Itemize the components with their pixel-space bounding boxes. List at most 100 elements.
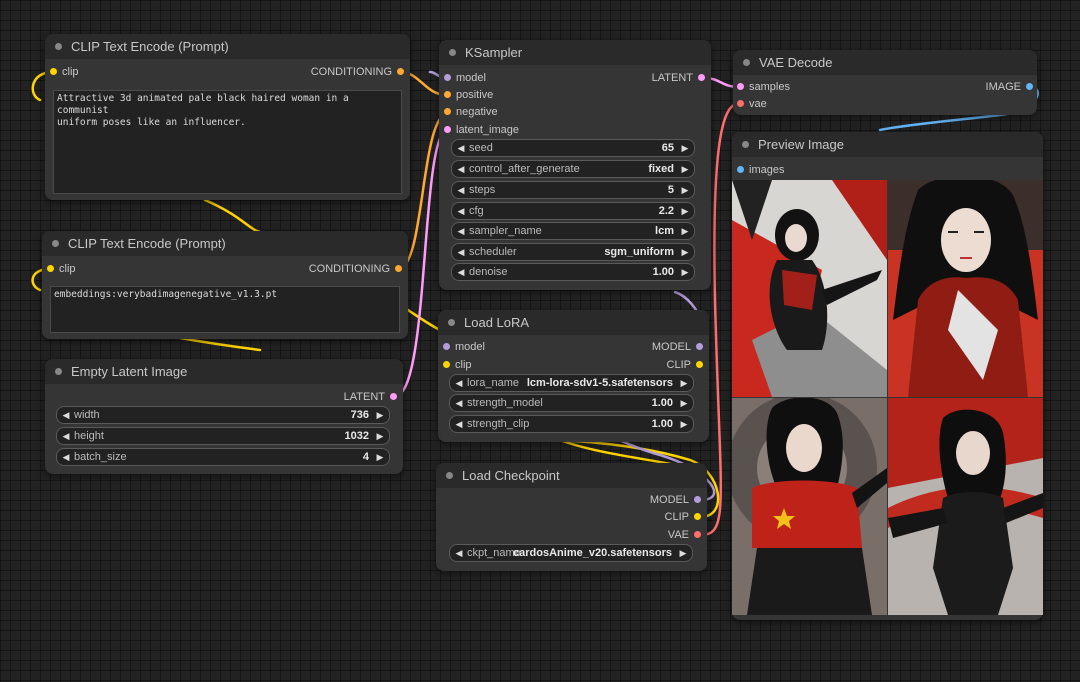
latent-pin-icon[interactable]	[698, 73, 705, 81]
node-title-bar[interactable]: CLIP Text Encode (Prompt)	[42, 231, 408, 256]
increment-arrow-icon[interactable]: ▶	[680, 161, 690, 177]
input-slot-clip[interactable]: clip	[443, 358, 472, 372]
node-title-bar[interactable]: CLIP Text Encode (Prompt)	[45, 34, 410, 59]
input-slot-model[interactable]: model	[444, 71, 486, 85]
output-slot-clip[interactable]: CLIP	[667, 358, 703, 372]
input-slot-samples[interactable]: samples	[737, 80, 790, 94]
strength-model-widget[interactable]: ◀ strength_model 1.00 ▶	[449, 394, 694, 412]
collapse-dot-icon[interactable]	[55, 43, 62, 50]
decrement-arrow-icon[interactable]: ◀	[61, 428, 71, 444]
node-title-bar[interactable]: Empty Latent Image	[45, 359, 403, 384]
collapse-dot-icon[interactable]	[743, 59, 750, 66]
output-slot-conditioning[interactable]: CONDITIONING	[311, 65, 404, 79]
clip-pin-icon[interactable]	[694, 512, 701, 520]
input-slot-latent-image[interactable]: latent_image	[444, 123, 519, 137]
decrement-arrow-icon[interactable]: ◀	[456, 182, 466, 198]
load-lora-node[interactable]: Load LoRA model clip MODEL CLIP ◀ lora_n…	[438, 310, 709, 442]
model-pin-icon[interactable]	[443, 342, 450, 350]
model-pin-icon[interactable]	[696, 342, 703, 350]
clip-text-encode-positive-node[interactable]: CLIP Text Encode (Prompt) clip CONDITION…	[45, 34, 410, 200]
collapse-dot-icon[interactable]	[52, 240, 59, 247]
conditioning-pin-icon[interactable]	[395, 264, 402, 272]
prompt-textarea[interactable]: Attractive 3d animated pale black haired…	[53, 90, 402, 194]
output-slot-model[interactable]: MODEL	[650, 493, 701, 507]
width-widget[interactable]: ◀ width 736 ▶	[56, 406, 390, 424]
latent-pin-icon[interactable]	[737, 82, 744, 90]
model-pin-icon[interactable]	[444, 73, 451, 81]
output-slot-clip[interactable]: CLIP	[665, 510, 701, 524]
decrement-arrow-icon[interactable]: ◀	[61, 407, 71, 423]
clip-pin-icon[interactable]	[50, 67, 57, 75]
decrement-arrow-icon[interactable]: ◀	[456, 223, 466, 239]
output-slot-model[interactable]: MODEL	[652, 340, 703, 354]
vae-pin-icon[interactable]	[694, 530, 701, 538]
clip-pin-icon[interactable]	[47, 264, 54, 272]
strength-clip-widget[interactable]: ◀ strength_clip 1.00 ▶	[449, 415, 694, 433]
generated-image-2[interactable]	[888, 180, 1043, 397]
increment-arrow-icon[interactable]: ▶	[375, 449, 385, 465]
increment-arrow-icon[interactable]: ▶	[679, 395, 689, 411]
node-title-bar[interactable]: Load LoRA	[438, 310, 709, 335]
input-slot-model[interactable]: model	[443, 340, 485, 354]
output-slot-vae[interactable]: VAE	[668, 528, 701, 542]
increment-arrow-icon[interactable]: ▶	[680, 140, 690, 156]
clip-pin-icon[interactable]	[696, 360, 703, 368]
generated-image-1[interactable]	[732, 180, 887, 397]
input-slot-positive[interactable]: positive	[444, 88, 493, 102]
collapse-dot-icon[interactable]	[448, 319, 455, 326]
increment-arrow-icon[interactable]: ▶	[679, 375, 689, 391]
increment-arrow-icon[interactable]: ▶	[375, 428, 385, 444]
node-title-bar[interactable]: Load Checkpoint	[436, 463, 707, 488]
decrement-arrow-icon[interactable]: ◀	[456, 140, 466, 156]
input-slot-negative[interactable]: negative	[444, 105, 498, 119]
height-widget[interactable]: ◀ height 1032 ▶	[56, 427, 390, 445]
increment-arrow-icon[interactable]: ▶	[375, 407, 385, 423]
conditioning-pin-icon[interactable]	[444, 107, 451, 115]
decrement-arrow-icon[interactable]: ◀	[456, 161, 466, 177]
output-slot-image[interactable]: IMAGE	[986, 80, 1033, 94]
input-slot-vae[interactable]: vae	[737, 97, 767, 111]
preview-image-node[interactable]: Preview Image images	[732, 132, 1043, 620]
decrement-arrow-icon[interactable]: ◀	[454, 395, 464, 411]
denoise-widget[interactable]: ◀ denoise 1.00 ▶	[451, 263, 695, 281]
steps-widget[interactable]: ◀ steps 5 ▶	[451, 181, 695, 199]
increment-arrow-icon[interactable]: ▶	[680, 223, 690, 239]
input-slot-images[interactable]: images	[737, 163, 784, 177]
increment-arrow-icon[interactable]: ▶	[680, 182, 690, 198]
batch-size-widget[interactable]: ◀ batch_size 4 ▶	[56, 448, 390, 466]
decrement-arrow-icon[interactable]: ◀	[456, 264, 466, 280]
image-pin-icon[interactable]	[1026, 82, 1033, 90]
sampler-name-widget[interactable]: ◀ sampler_name lcm ▶	[451, 222, 695, 240]
increment-arrow-icon[interactable]: ▶	[680, 244, 690, 260]
vae-pin-icon[interactable]	[737, 99, 744, 107]
collapse-dot-icon[interactable]	[449, 49, 456, 56]
negative-prompt-textarea[interactable]: embeddings:verybadimagenegative_v1.3.pt	[50, 286, 400, 333]
load-checkpoint-node[interactable]: Load Checkpoint MODEL CLIP VAE ◀ ckpt_na…	[436, 463, 707, 571]
decrement-arrow-icon[interactable]: ◀	[456, 203, 466, 219]
increment-arrow-icon[interactable]: ▶	[678, 545, 688, 561]
decrement-arrow-icon[interactable]: ◀	[61, 449, 71, 465]
output-slot-conditioning[interactable]: CONDITIONING	[309, 262, 402, 276]
clip-text-encode-negative-node[interactable]: CLIP Text Encode (Prompt) clip CONDITION…	[42, 231, 408, 339]
collapse-dot-icon[interactable]	[446, 472, 453, 479]
decrement-arrow-icon[interactable]: ◀	[454, 545, 464, 561]
generated-image-4[interactable]	[888, 398, 1043, 615]
input-slot-clip[interactable]: clip	[47, 262, 76, 276]
latent-pin-icon[interactable]	[390, 392, 397, 400]
lora-name-widget[interactable]: ◀ lora_name lcm-lora-sdv1-5.safetensors …	[449, 374, 694, 392]
scheduler-widget[interactable]: ◀ scheduler sgm_uniform ▶	[451, 243, 695, 261]
collapse-dot-icon[interactable]	[742, 141, 749, 148]
generated-image-3[interactable]	[732, 398, 887, 615]
seed-widget[interactable]: ◀ seed 65 ▶	[451, 139, 695, 157]
latent-pin-icon[interactable]	[444, 125, 451, 133]
output-slot-latent[interactable]: LATENT	[652, 71, 705, 85]
clip-pin-icon[interactable]	[443, 360, 450, 368]
vae-decode-node[interactable]: VAE Decode samples vae IMAGE	[733, 50, 1037, 115]
increment-arrow-icon[interactable]: ▶	[680, 203, 690, 219]
increment-arrow-icon[interactable]: ▶	[680, 264, 690, 280]
image-pin-icon[interactable]	[737, 165, 744, 173]
cfg-widget[interactable]: ◀ cfg 2.2 ▶	[451, 202, 695, 220]
conditioning-pin-icon[interactable]	[397, 67, 404, 75]
node-title-bar[interactable]: VAE Decode	[733, 50, 1037, 75]
decrement-arrow-icon[interactable]: ◀	[454, 416, 464, 432]
